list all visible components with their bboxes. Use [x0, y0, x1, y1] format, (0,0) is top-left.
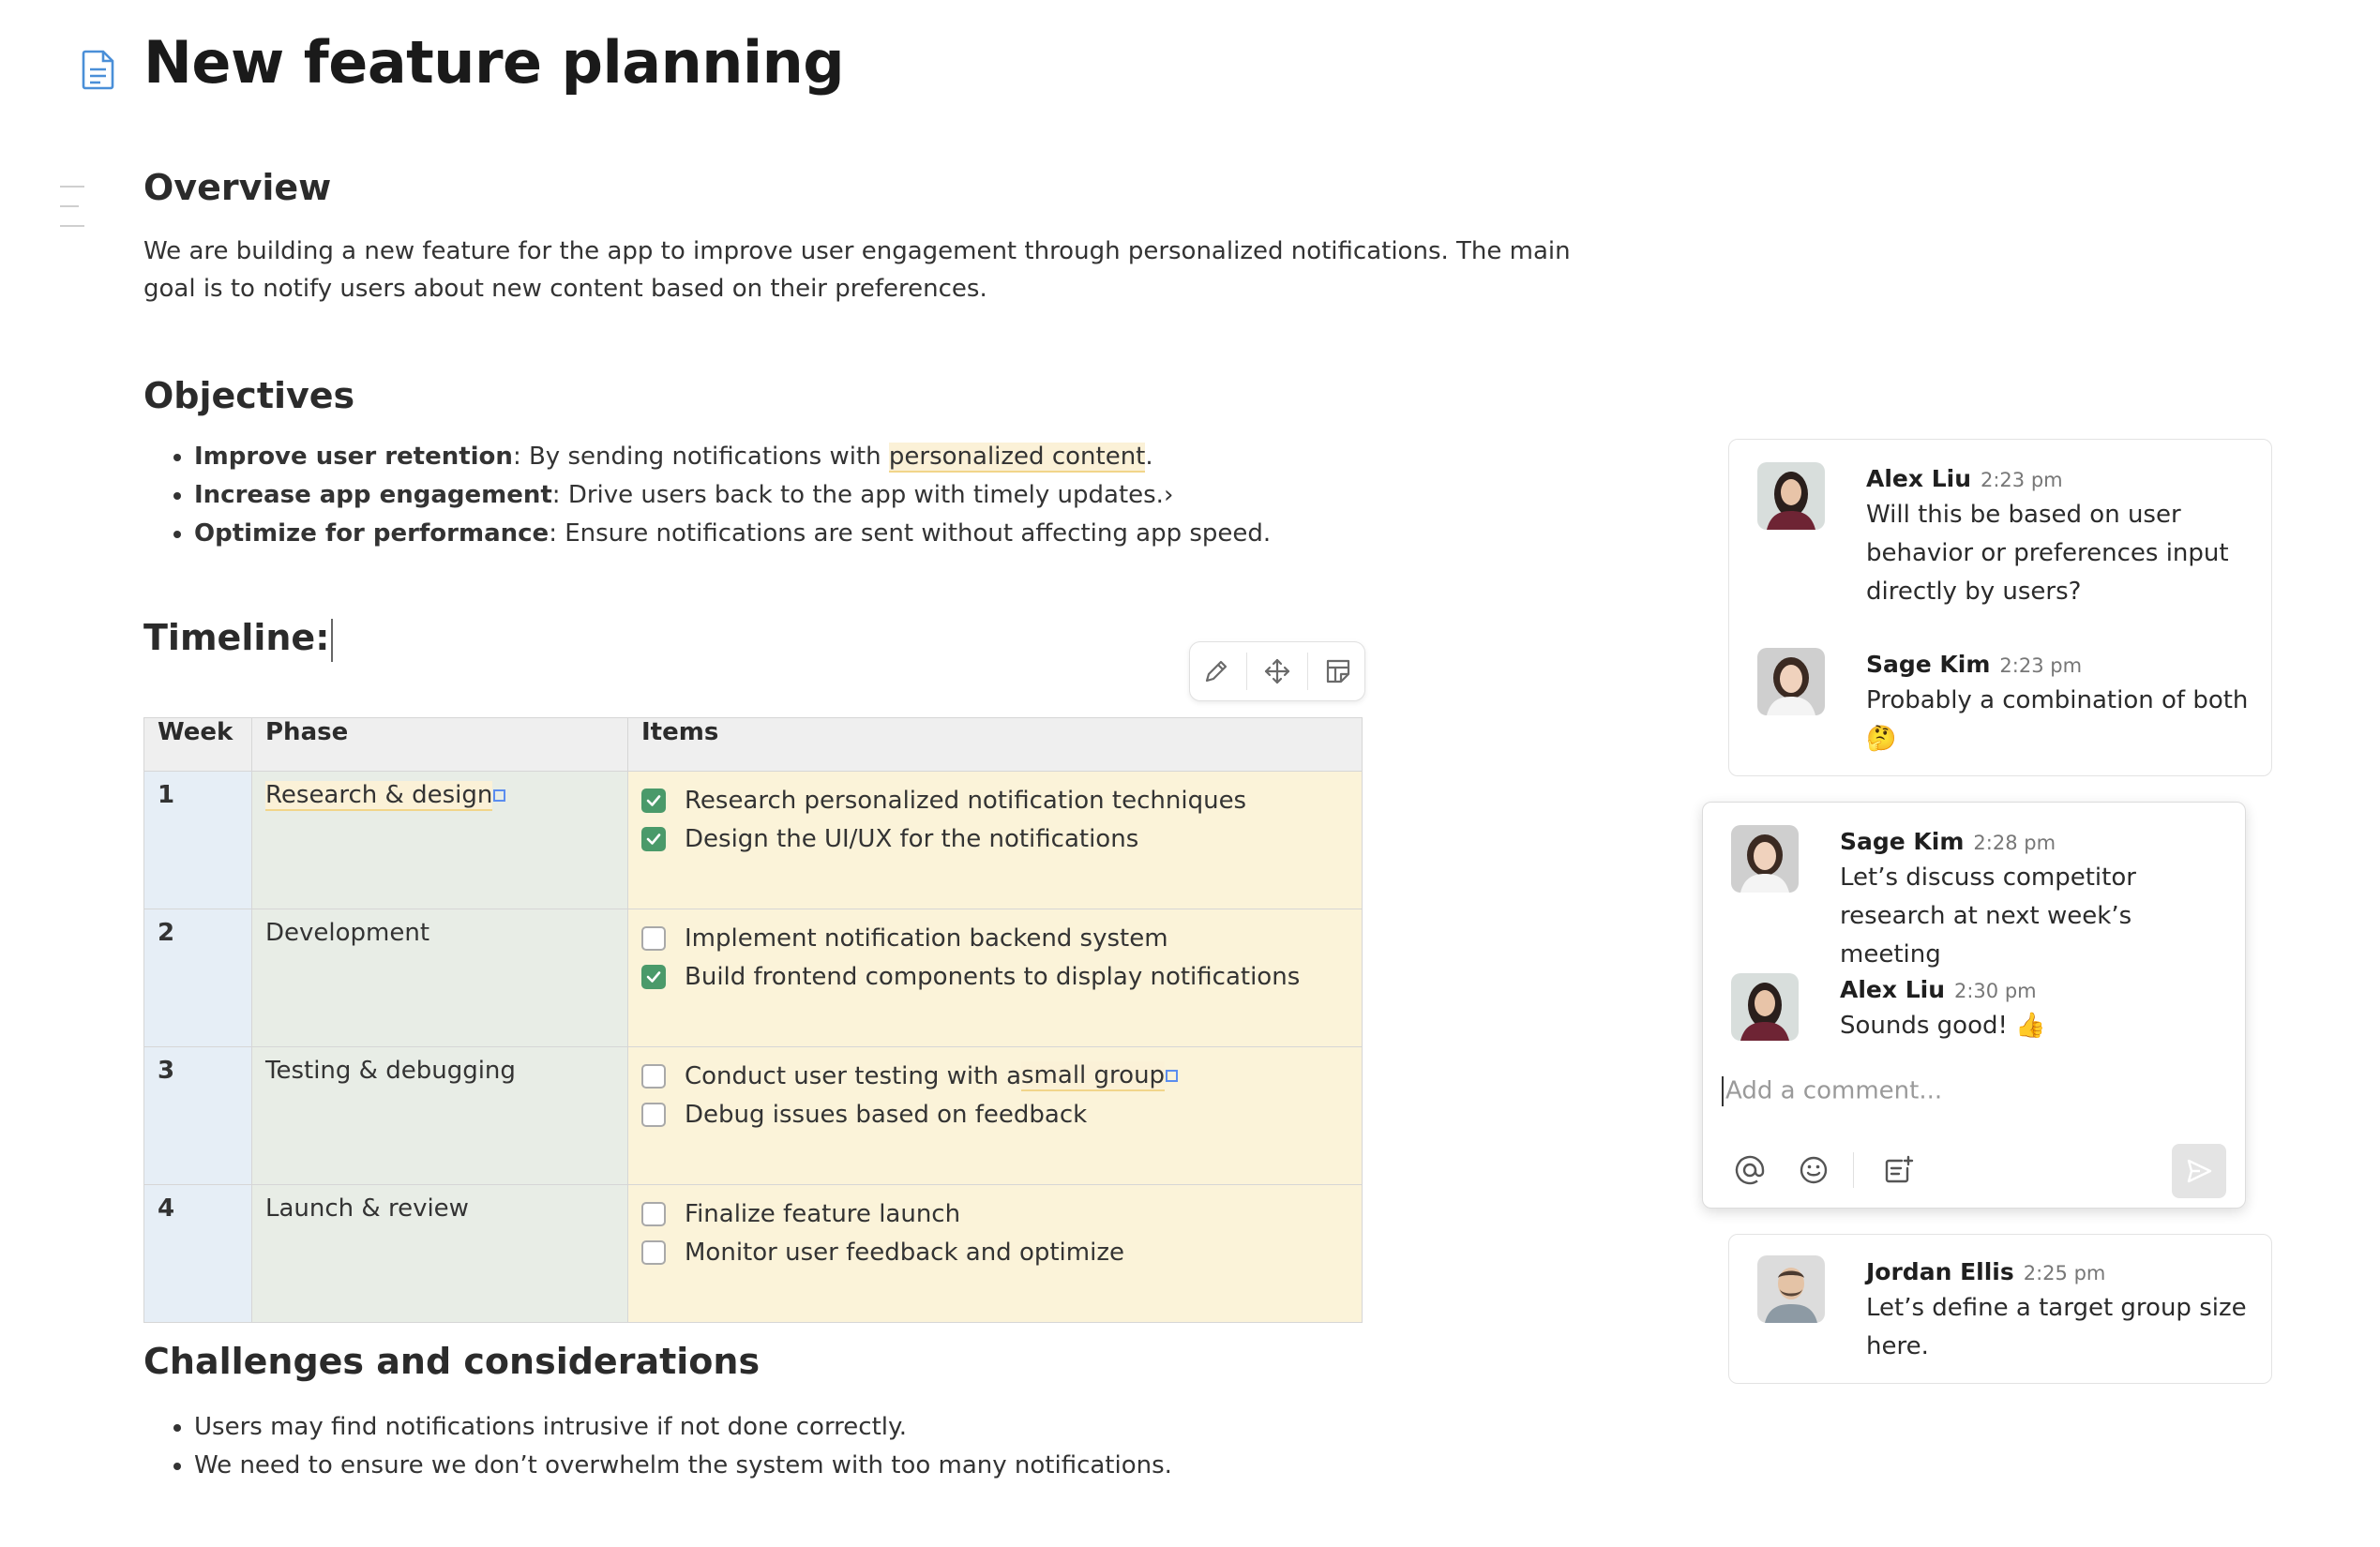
page-title[interactable]: New feature planning [143, 28, 845, 97]
list-item: Optimize for performance: Ensure notific… [194, 515, 1271, 553]
attach-icon[interactable] [1880, 1151, 1918, 1189]
comment-thread[interactable]: Jordan Ellis 2:25 pm Let’s define a targe… [1728, 1234, 2272, 1384]
items-cell[interactable]: Implement notification backend system Bu… [627, 909, 1363, 1047]
challenges-list: Users may find notifications intrusive i… [143, 1408, 1172, 1485]
highlighted-text[interactable]: personalized content [888, 443, 1146, 473]
checkbox-checked[interactable] [641, 788, 666, 813]
checkbox-unchecked[interactable] [641, 1201, 666, 1226]
highlighted-text[interactable]: Research & design [265, 781, 493, 811]
comment-author[interactable]: Alex Liu [1866, 465, 1971, 492]
comment-text: Will this be based on user behavior or p… [1866, 501, 2229, 606]
comment-author[interactable]: Jordan Ellis [1866, 1258, 2014, 1285]
table-row: 4 Launch & review Finalize feature launc… [143, 1184, 1363, 1323]
table-toolbar [1189, 641, 1365, 701]
move-icon[interactable] [1256, 650, 1299, 693]
checklist-item: Finalize feature launch [641, 1194, 1348, 1233]
avatar[interactable] [1731, 973, 1799, 1041]
highlighted-text[interactable]: small group [1021, 1060, 1166, 1091]
pencil-icon[interactable] [1195, 650, 1238, 693]
send-button[interactable] [2172, 1144, 2226, 1198]
comment-time: 2:23 pm [1999, 654, 2083, 677]
comment-author[interactable]: Sage Kim [1840, 828, 1964, 855]
table-row: 1 Research & design Research personalize… [143, 771, 1363, 909]
comment-text: Let’s define a target group size here. [1866, 1294, 2247, 1360]
phase-cell[interactable]: Testing & debugging [251, 1046, 628, 1185]
send-icon [2187, 1159, 2212, 1183]
timeline-heading[interactable]: Timeline: [143, 617, 334, 662]
week-cell[interactable]: 3 [143, 1046, 252, 1185]
objectives-list: Improve user retention: By sending notif… [143, 438, 1271, 553]
mention-icon[interactable] [1731, 1151, 1769, 1189]
comment-author[interactable]: Alex Liu [1840, 976, 1945, 1003]
checkbox-unchecked[interactable] [641, 1063, 666, 1089]
document-icon [82, 50, 114, 90]
list-item: Improve user retention: By sending notif… [194, 438, 1271, 476]
items-cell[interactable]: Finalize feature launch Monitor user fee… [627, 1184, 1363, 1323]
avatar[interactable] [1757, 1255, 1825, 1323]
list-item: Users may find notifications intrusive i… [194, 1408, 1172, 1447]
overview-heading: Overview [143, 167, 332, 208]
overview-paragraph: We are building a new feature for the ap… [143, 237, 1571, 303]
text-cursor [331, 618, 334, 662]
checklist-item: Debug issues based on feedback [641, 1095, 1348, 1134]
checklist-item: Build frontend components to display not… [641, 957, 1348, 996]
table-row: 2 Development Implement notification bac… [143, 909, 1363, 1047]
timeline-table: Week Phase Items 1 Research & design Res… [143, 717, 1363, 1323]
avatar[interactable] [1731, 825, 1799, 893]
checklist-item: Monitor user feedback and optimize [641, 1233, 1348, 1271]
table-note-icon[interactable] [1317, 650, 1360, 693]
comment-time: 2:28 pm [1973, 832, 2056, 854]
column-header-phase[interactable]: Phase [251, 717, 628, 772]
week-cell[interactable]: 4 [143, 1184, 252, 1323]
week-cell[interactable]: 2 [143, 909, 252, 1047]
challenges-heading: Challenges and considerations [143, 1341, 761, 1382]
comment-time: 2:23 pm [1981, 469, 2063, 491]
column-header-items[interactable]: Items [627, 717, 1363, 772]
avatar[interactable] [1757, 462, 1825, 530]
comment-author[interactable]: Sage Kim [1866, 651, 1990, 678]
outline-toggle[interactable] [60, 186, 84, 245]
comment-text: Sounds good! 👍 [1840, 1012, 2046, 1040]
comment-text: Probably a combination of both 🤔 [1866, 686, 2249, 753]
comment-thread-active[interactable]: Sage Kim 2:28 pm Let’s discuss competitor… [1702, 802, 2246, 1209]
checkbox-checked[interactable] [641, 826, 666, 851]
column-header-week[interactable]: Week [143, 717, 252, 772]
comment-input[interactable]: Add a comment... [1722, 1076, 1942, 1106]
list-item: We need to ensure we don’t overwhelm the… [194, 1447, 1172, 1485]
comment-time: 2:30 pm [1954, 980, 2037, 1002]
comment-thread[interactable]: Alex Liu 2:23 pm Will this be based on us… [1728, 439, 2272, 776]
checklist-item: Implement notification backend system [641, 919, 1348, 957]
checklist-item: Conduct user testing with a small group [641, 1057, 1348, 1095]
text-cursor [1722, 1076, 1724, 1106]
checkbox-checked[interactable] [641, 964, 666, 989]
phase-cell[interactable]: Research & design [251, 771, 628, 909]
table-row: 3 Testing & debugging Conduct user testi… [143, 1046, 1363, 1185]
items-cell[interactable]: Research personalized notification techn… [627, 771, 1363, 909]
week-cell[interactable]: 1 [143, 771, 252, 909]
comment-toolbar [1731, 1151, 1944, 1189]
comment-anchor-icon[interactable] [493, 789, 506, 802]
checklist-item: Design the UI/UX for the notifications [641, 819, 1348, 858]
items-cell[interactable]: Conduct user testing with a small group … [627, 1046, 1363, 1185]
emoji-icon[interactable] [1795, 1151, 1832, 1189]
phase-cell[interactable]: Launch & review [251, 1184, 628, 1323]
table-header-row: Week Phase Items [143, 717, 1363, 772]
checkbox-unchecked[interactable] [641, 1102, 666, 1127]
list-item: Increase app engagement: Drive users bac… [194, 476, 1271, 515]
phase-cell[interactable]: Development [251, 909, 628, 1047]
checkbox-unchecked[interactable] [641, 1239, 666, 1265]
comment-text: Let’s discuss competitor research at nex… [1840, 864, 2136, 969]
avatar[interactable] [1757, 648, 1825, 715]
checkbox-unchecked[interactable] [641, 925, 666, 951]
objectives-heading: Objectives [143, 375, 355, 416]
checklist-item: Research personalized notification techn… [641, 781, 1348, 819]
comment-anchor-icon[interactable] [1166, 1070, 1179, 1082]
comment-time: 2:25 pm [2023, 1262, 2106, 1284]
